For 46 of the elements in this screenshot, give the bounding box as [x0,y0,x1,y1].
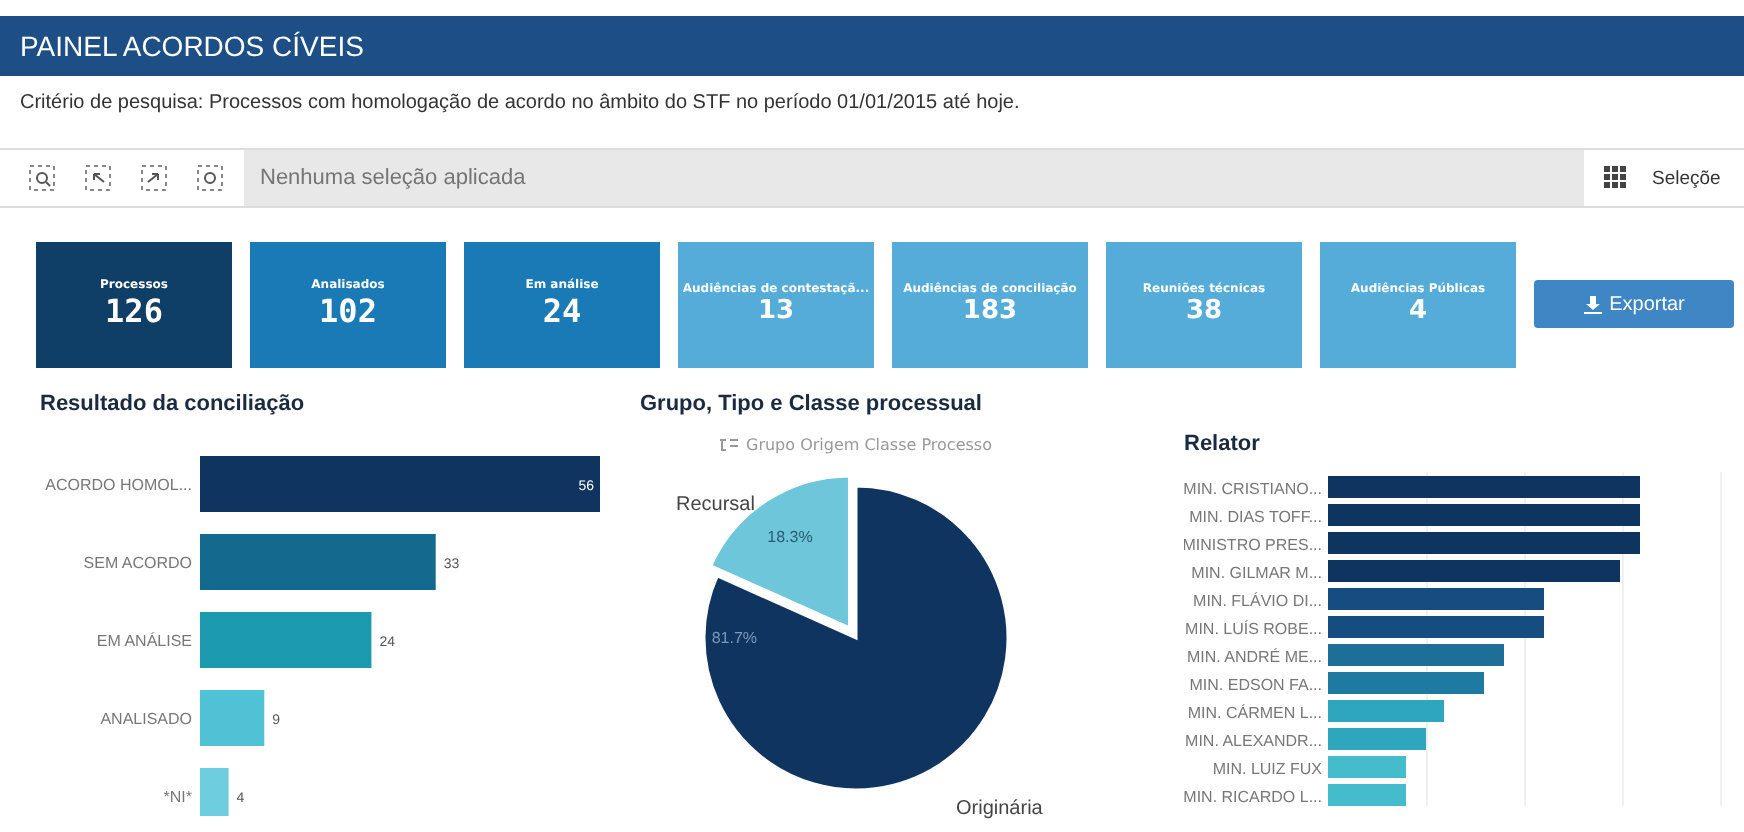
axis-label: MIN. LUIZ FUX [1212,760,1322,778]
value-label: 18.3% [767,528,813,547]
axis-label: ACORDO HOMOL... [45,476,192,494]
value-label: 81.7% [711,628,758,647]
kpi-value: 102 [319,292,377,330]
kpi-value: 38 [1185,296,1223,326]
selection-field[interactable]: Nenhuma seleção aplicada [244,150,1584,206]
selections-button[interactable]: Seleçõe [1652,167,1721,189]
axis-label: MIN. CRISTIANO... [1184,480,1322,498]
slice-label: Originária [956,798,1043,820]
bar [200,690,265,746]
axis-label: ANALISADO [100,710,192,728]
axis-label: MIN. DIAS TOFF... [1189,508,1322,526]
chart-title: Relator [1184,432,1262,456]
hierarchy-icon [720,438,738,452]
axis-label: MINISTRO PRES... [1184,536,1322,554]
forward-icon[interactable] [140,164,168,192]
legend-title: Grupo Origem Classe Processo [746,436,992,454]
axis-label: EM ANÁLISE [96,632,192,650]
bar [200,768,229,816]
page-title: PAINEL ACORDOS CÍVEIS [20,30,364,62]
kpi-value: 183 [962,296,1018,326]
axis-label: MIN. ANDRÉ ME... [1186,648,1322,666]
download-icon [1583,295,1602,313]
axis-label: MIN. LUÍS ROBE... [1185,620,1322,638]
kpi-value: 126 [105,292,163,330]
axis-label: MIN. EDSON FA... [1189,676,1322,694]
clear-icon[interactable] [196,164,224,192]
axis-label: MIN. CÁRMEN L... [1187,704,1322,722]
export-button[interactable]: Exportar [1534,280,1734,328]
criteria-text: Critério de pesquisa: Processos com homologação de acordo no âmbito do STF no período 01/01/2015 até hoje. [18,90,1022,118]
axis-label: MIN. GILMAR M... [1191,564,1322,582]
axis-label: SEM ACORDO [83,554,192,572]
kpi-value: 13 [757,296,795,326]
axis-label: MIN. ALEXANDR... [1185,732,1322,750]
slice-label: Recursal [676,494,755,516]
chart-title: Resultado da conciliação [40,392,307,416]
chart-title: Grupo, Tipo e Classe processual [640,392,984,416]
kpi-value: 4 [1408,296,1428,326]
axis-label: MIN. RICARDO L... [1184,788,1322,806]
axis-label: *NI* [163,788,192,806]
axis-label: MIN. FLÁVIO DI... [1193,592,1322,610]
kpi-value: 24 [542,292,582,330]
zoom-icon[interactable] [28,164,56,192]
grid-icon[interactable] [1604,166,1628,190]
back-icon[interactable] [84,164,112,192]
